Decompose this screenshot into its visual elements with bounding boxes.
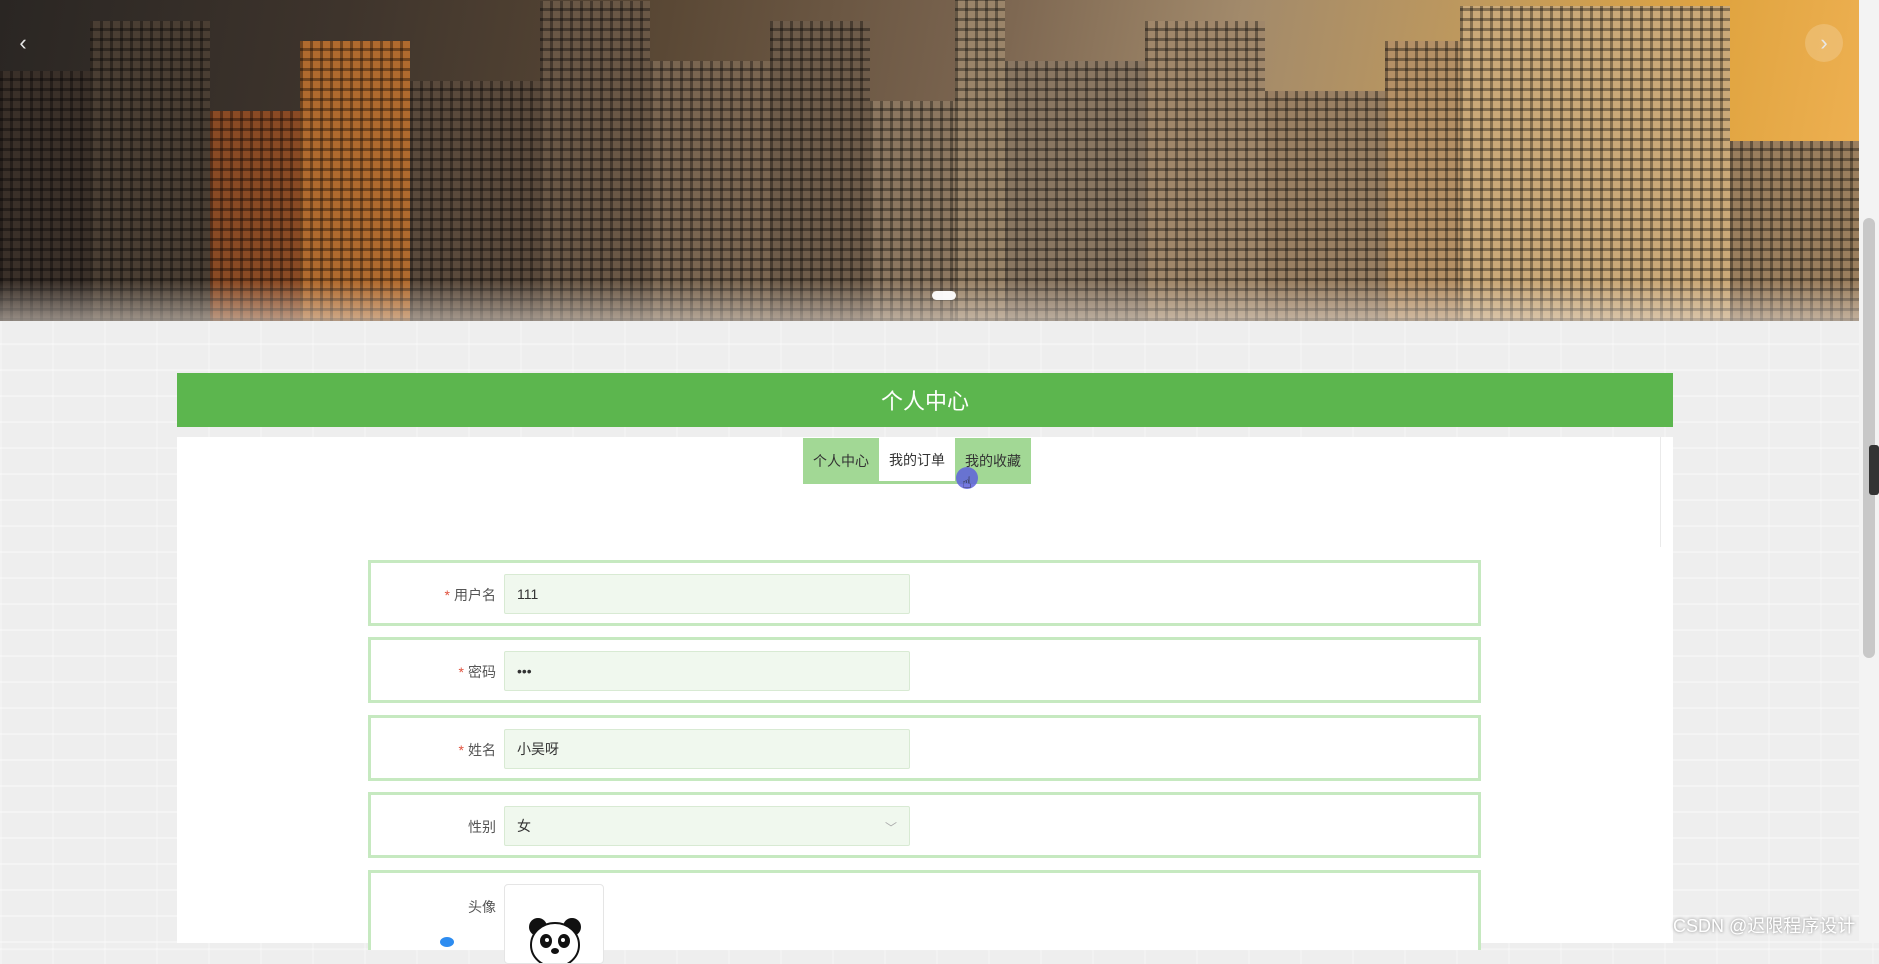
form-row-name: * 姓名 小吴呀	[368, 715, 1481, 781]
chevron-down-icon: ﹀	[884, 821, 897, 835]
gender-value: 女	[517, 818, 531, 834]
building-decor	[300, 41, 410, 321]
building-decor	[955, 0, 1005, 321]
page-title-bar: 个人中心	[177, 373, 1673, 427]
required-mark: *	[458, 664, 464, 680]
watermark: CSDN @迟限程序设计	[1673, 916, 1856, 936]
name-label: * 姓名	[371, 740, 496, 760]
panel-divider	[1660, 437, 1661, 547]
banner-haze	[0, 281, 1859, 321]
tab-label: 我的收藏	[965, 453, 1021, 469]
building-decor	[1385, 41, 1460, 321]
carousel-next-button[interactable]: ›	[1805, 24, 1843, 62]
building-decor	[1145, 21, 1265, 321]
tab-my-orders[interactable]: 我的订单	[879, 438, 955, 484]
password-label: * 密码	[371, 662, 496, 682]
label-text: 性别	[468, 819, 496, 835]
password-input[interactable]: •••	[504, 651, 910, 691]
chevron-left-icon: ‹	[19, 30, 27, 55]
form-row-gender: 性别 女 ﹀	[368, 792, 1481, 858]
label-text: 头像	[468, 899, 496, 915]
name-input[interactable]: 小吴呀	[504, 729, 910, 769]
building-decor	[1460, 6, 1730, 321]
username-label: * 用户名	[371, 585, 496, 605]
carousel-prev-button[interactable]: ‹	[4, 24, 42, 62]
tab-personal-center[interactable]: 个人中心	[803, 438, 879, 484]
password-value: •••	[517, 663, 532, 679]
scrollbar-marker	[1869, 445, 1879, 495]
scrollbar-thumb[interactable]	[1863, 218, 1875, 658]
tab-label: 个人中心	[813, 453, 869, 469]
form-row-avatar: 头像	[368, 870, 1481, 964]
tab-bar: 个人中心 我的订单 我的收藏	[803, 438, 1031, 484]
carousel-indicator-dot[interactable]	[932, 291, 956, 300]
required-mark: *	[444, 587, 450, 603]
label-text: 密码	[468, 664, 496, 680]
label-text: 姓名	[468, 742, 496, 758]
building-decor	[770, 21, 870, 321]
page-scrollbar[interactable]	[1859, 0, 1879, 943]
building-decor	[540, 1, 650, 321]
gender-label: 性别	[371, 817, 496, 837]
hero-carousel: ‹ ›	[0, 0, 1859, 321]
username-value: 111	[517, 586, 539, 602]
building-decor	[90, 21, 210, 321]
form-row-username: * 用户名 111	[368, 560, 1481, 626]
label-text: 用户名	[454, 587, 496, 603]
name-value: 小吴呀	[517, 741, 559, 757]
avatar-label: 头像	[371, 897, 496, 917]
tab-label: 我的订单	[889, 451, 945, 468]
panda-avatar-icon	[529, 918, 581, 963]
page-title: 个人中心	[880, 389, 969, 414]
gender-select[interactable]: 女 ﹀	[504, 806, 910, 846]
required-mark: *	[458, 742, 464, 758]
radio-indicator[interactable]	[440, 937, 454, 947]
form-row-password: * 密码 •••	[368, 637, 1481, 703]
avatar-upload[interactable]	[504, 884, 604, 964]
chevron-right-icon: ›	[1820, 30, 1828, 55]
hand-pointer-icon: ☝	[962, 475, 972, 492]
username-input[interactable]: 111	[504, 574, 910, 614]
